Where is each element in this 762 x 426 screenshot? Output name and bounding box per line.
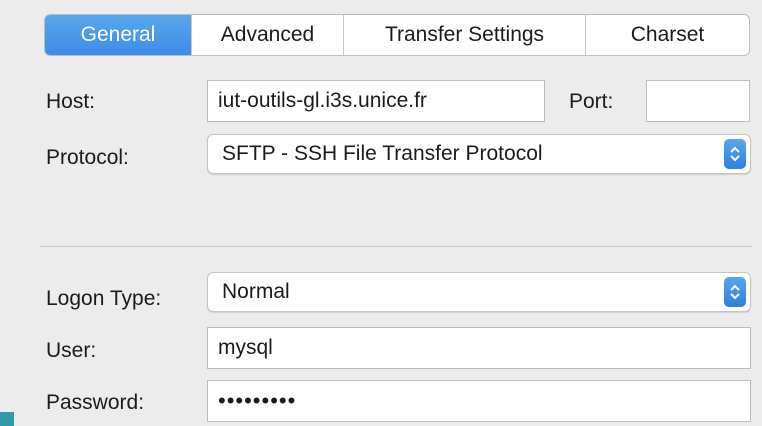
logon-type-selected-value: Normal xyxy=(222,280,290,303)
section-divider xyxy=(40,246,752,247)
chevron-up-down-icon xyxy=(724,139,746,169)
port-label: Port: xyxy=(569,90,614,113)
tab-general[interactable]: General xyxy=(45,15,191,55)
logon-type-label: Logon Type: xyxy=(46,287,162,310)
user-label: User: xyxy=(46,339,97,362)
tab-advanced[interactable]: Advanced xyxy=(191,15,343,55)
tab-charset[interactable]: Charset xyxy=(585,15,749,55)
settings-tabbar: General Advanced Transfer Settings Chars… xyxy=(44,14,750,56)
site-settings-panel: General Advanced Transfer Settings Chars… xyxy=(0,0,762,426)
user-input[interactable]: mysql xyxy=(207,327,751,369)
tab-transfer-settings[interactable]: Transfer Settings xyxy=(343,15,585,55)
password-input[interactable]: ••••••••• xyxy=(207,380,751,422)
protocol-select[interactable]: SFTP - SSH File Transfer Protocol xyxy=(207,134,751,174)
password-label: Password: xyxy=(46,391,145,414)
window-edge-accent xyxy=(0,412,14,426)
chevron-up-down-icon xyxy=(724,277,746,307)
password-mask: ••••••••• xyxy=(218,388,297,413)
logon-type-select[interactable]: Normal xyxy=(207,272,751,312)
host-label: Host: xyxy=(46,90,96,113)
host-input[interactable]: iut-outils-gl.i3s.unice.fr xyxy=(207,80,545,122)
protocol-selected-value: SFTP - SSH File Transfer Protocol xyxy=(222,142,543,165)
port-input[interactable] xyxy=(646,80,750,122)
protocol-label: Protocol: xyxy=(46,146,129,169)
